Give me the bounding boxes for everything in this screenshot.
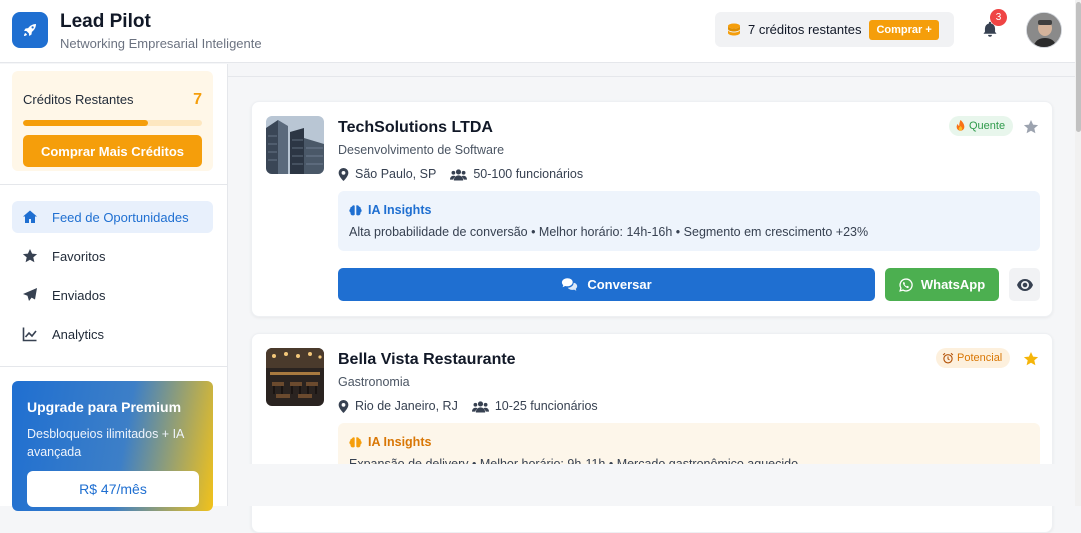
app-logo[interactable] — [12, 12, 48, 48]
app-subtitle: Networking Empresarial Inteligente — [60, 36, 262, 51]
users-icon — [471, 400, 489, 412]
sidebar-item-label: Analytics — [52, 326, 105, 342]
credits-value: 7 — [193, 91, 202, 108]
sidebar-item-analytics[interactable]: Analytics — [12, 318, 213, 350]
ai-insights-title: IA Insights — [349, 203, 431, 217]
lead-card: TechSolutions LTDA Desenvolvimento de So… — [251, 101, 1053, 317]
view-details-button[interactable] — [1009, 268, 1040, 301]
user-photo — [1027, 13, 1061, 47]
top-header: Lead Pilot Networking Empresarial Inteli… — [0, 0, 1081, 63]
home-icon — [22, 209, 38, 225]
premium-title: Upgrade para Premium — [27, 399, 182, 415]
company-image — [266, 116, 324, 174]
ai-insights-title: IA Insights — [349, 435, 431, 449]
company-meta: Rio de Janeiro, RJ 10-25 funcionários — [338, 399, 598, 413]
chart-line-icon — [22, 326, 38, 342]
ai-insights-box: IA Insights Alta probabilidade de conver… — [338, 191, 1040, 251]
fire-icon — [956, 120, 965, 131]
company-employees: 10-25 funcionários — [494, 399, 598, 413]
sidebar-item-label: Enviados — [52, 287, 106, 303]
credits-indicator: 7 créditos restantes Comprar + — [715, 12, 954, 47]
credits-remaining-text: 7 créditos restantes — [748, 22, 862, 37]
lead-status-tag: Quente — [949, 116, 1014, 136]
sidebar-item-sent[interactable]: Enviados — [12, 279, 213, 311]
eye-icon — [1016, 278, 1033, 291]
map-pin-icon — [338, 399, 349, 413]
company-meta: São Paulo, SP 50-100 funcionários — [338, 167, 583, 181]
star-icon — [22, 248, 38, 264]
sidebar-divider — [0, 184, 228, 185]
users-icon — [450, 168, 468, 180]
alarm-clock-icon — [942, 352, 954, 364]
tag-label: Potencial — [957, 352, 1003, 364]
notification-badge: 3 — [990, 9, 1007, 26]
sidebar: Créditos Restantes 7 Comprar Mais Crédit… — [0, 64, 228, 511]
favorite-star-icon[interactable] — [1023, 351, 1039, 367]
premium-upgrade-card: Upgrade para Premium Desbloqueios ilimit… — [12, 381, 213, 511]
sidebar-divider — [0, 366, 228, 367]
favorite-star-icon[interactable] — [1023, 119, 1039, 135]
company-segment: Desenvolvimento de Software — [338, 143, 505, 157]
buy-more-credits-button[interactable]: Comprar Mais Créditos — [23, 135, 202, 167]
lead-status-tag: Potencial — [936, 348, 1011, 368]
user-avatar[interactable] — [1026, 12, 1062, 48]
company-name[interactable]: TechSolutions LTDA — [338, 119, 493, 137]
company-location: Rio de Janeiro, RJ — [355, 399, 458, 413]
credits-progress-fill — [23, 120, 149, 126]
premium-price-button[interactable]: R$ 47/mês — [27, 471, 199, 507]
premium-description: Desbloqueios ilimitados + IA avançada — [27, 427, 184, 459]
app-title: Lead Pilot — [60, 11, 151, 32]
feed-top-divider — [228, 76, 1075, 77]
chat-button[interactable]: Conversar — [338, 268, 875, 301]
brain-icon — [349, 204, 362, 215]
company-employees: 50-100 funcionários — [473, 167, 584, 181]
sidebar-item-label: Feed de Oportunidades — [52, 209, 189, 225]
feed-viewport-clip — [228, 464, 1075, 506]
sidebar-item-label: Favoritos — [52, 248, 106, 264]
rocket-icon — [24, 24, 36, 36]
whatsapp-button[interactable]: WhatsApp — [885, 268, 999, 301]
company-location: São Paulo, SP — [355, 167, 437, 181]
scrollbar-thumb[interactable] — [1076, 2, 1081, 132]
ai-insights-text: Alta probabilidade de conversão • Melhor… — [349, 225, 869, 239]
credits-progress-bar — [23, 120, 202, 126]
company-image — [266, 348, 324, 406]
sidebar-item-favorites[interactable]: Favoritos — [12, 240, 213, 272]
map-pin-icon — [338, 167, 349, 181]
paper-plane-icon — [22, 287, 38, 303]
credits-card: Créditos Restantes 7 Comprar Mais Crédit… — [12, 71, 213, 171]
company-name[interactable]: Bella Vista Restaurante — [338, 351, 516, 369]
comments-icon — [562, 278, 578, 291]
credits-label: Créditos Restantes — [23, 92, 134, 107]
whatsapp-icon — [899, 277, 913, 292]
tag-label: Quente — [969, 120, 1006, 132]
company-segment: Gastronomia — [338, 375, 410, 389]
sidebar-item-feed[interactable]: Feed de Oportunidades — [12, 201, 213, 233]
coins-icon — [728, 23, 740, 35]
brain-icon — [349, 436, 362, 447]
buy-credits-button[interactable]: Comprar + — [869, 19, 939, 40]
